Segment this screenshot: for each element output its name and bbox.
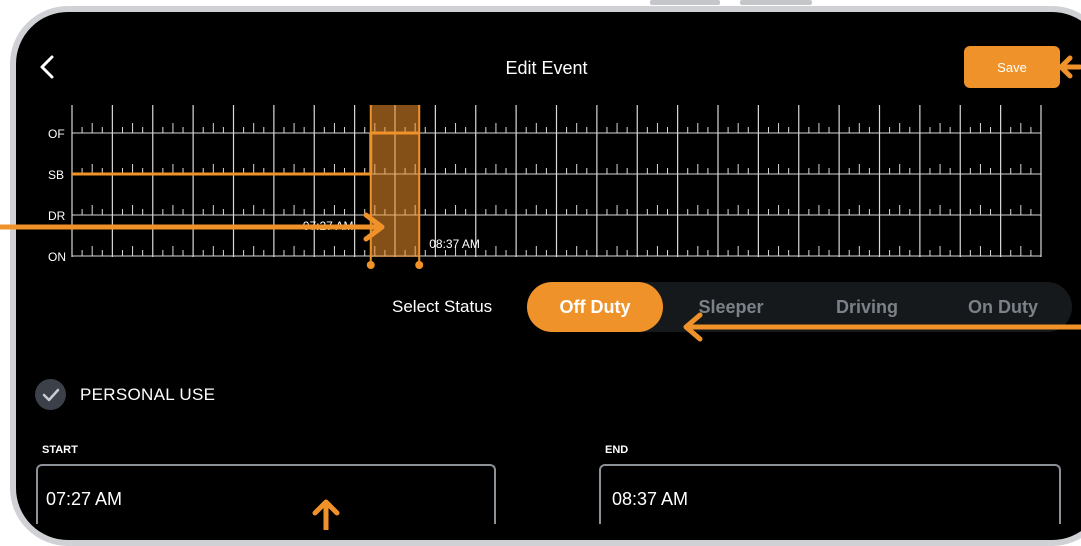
chart-row-label: ON: [48, 250, 66, 264]
selection-end-dot: [415, 261, 424, 269]
arrow-icon: [1058, 55, 1081, 79]
personal-use-checkbox[interactable]: [35, 379, 66, 410]
start-time-value: 07:27 AM: [46, 489, 123, 509]
arrow-icon: [0, 212, 385, 242]
start-label: START: [42, 444, 78, 456]
screen: Edit Event Save OF SB DR ON 07:27 AM 08:37 AM…: [0, 0, 1081, 530]
arrow-icon: [312, 499, 340, 530]
duty-log-chart[interactable]: OFSBDRON07:27 AM08:37 AM: [0, 96, 1081, 276]
chart-row-label: SB: [48, 168, 64, 182]
chart-row-label: OF: [48, 127, 65, 141]
status-option-off-duty[interactable]: Off Duty: [527, 282, 663, 332]
page-title: Edit Event: [505, 58, 588, 78]
select-status-label: Select Status: [392, 297, 493, 316]
save-button[interactable]: Save: [964, 46, 1060, 88]
end-time-value: 08:37 AM: [612, 489, 689, 509]
selection-start-dot: [366, 261, 375, 269]
arrow-icon: [683, 312, 1081, 342]
check-icon: [42, 388, 60, 402]
end-label: END: [605, 444, 629, 456]
personal-use-label: PERSONAL USE: [80, 385, 216, 404]
selection-end-label: 08:37 AM: [429, 237, 480, 251]
